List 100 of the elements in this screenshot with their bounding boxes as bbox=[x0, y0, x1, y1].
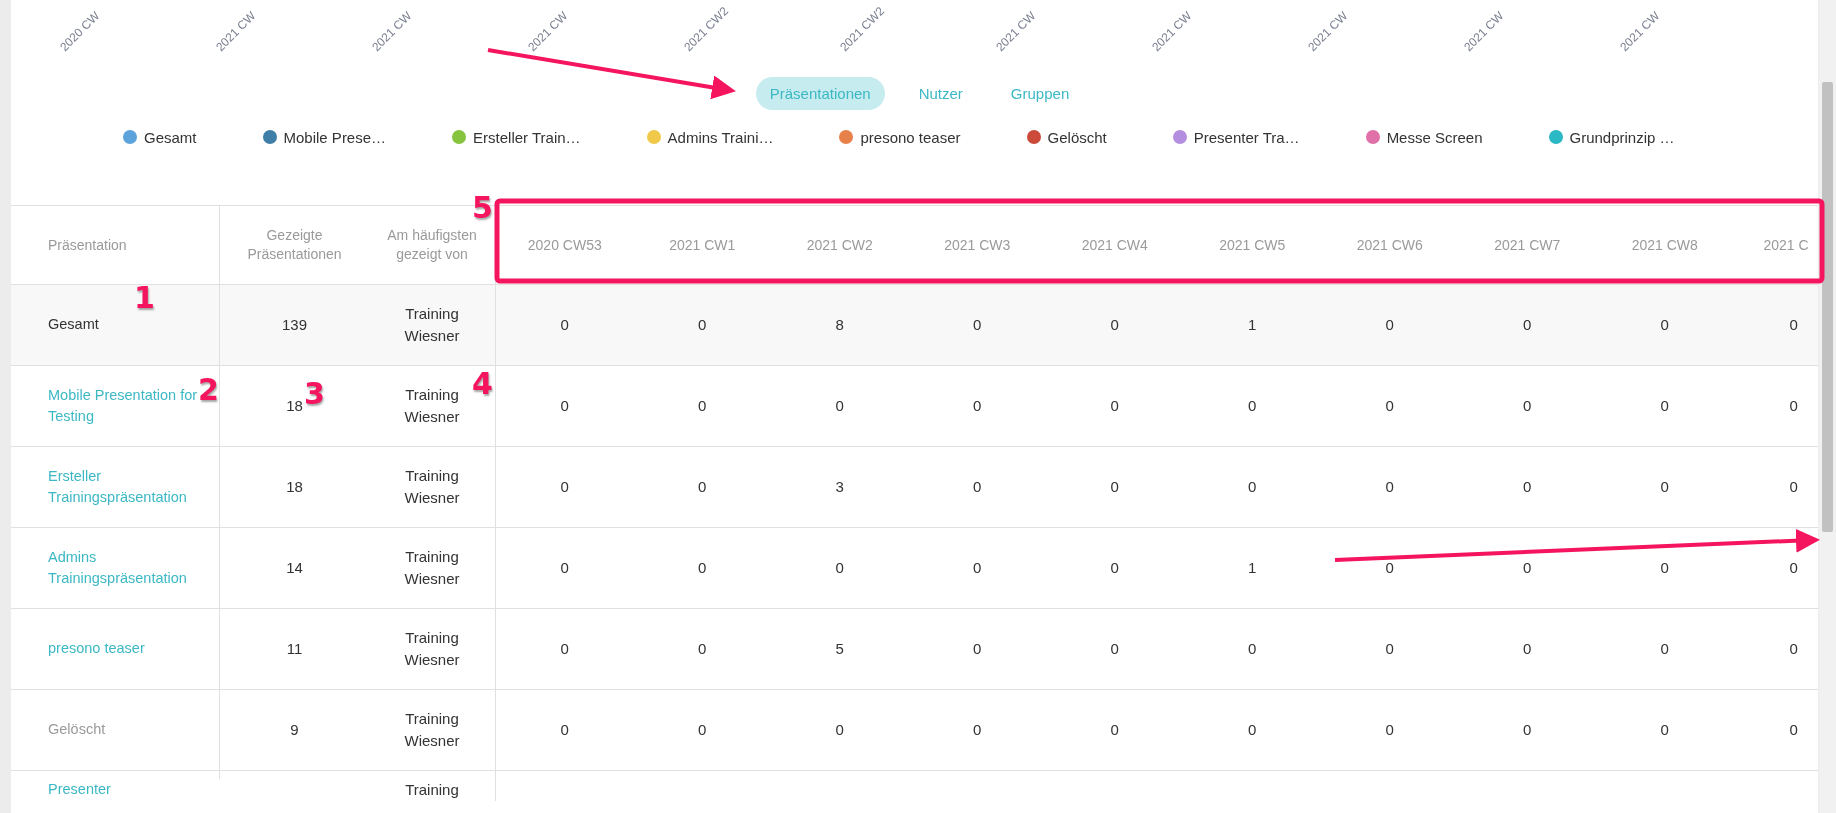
table-cell-text: 0 bbox=[1660, 477, 1669, 498]
table-cell-text: 0 bbox=[698, 720, 707, 741]
table-cell-text: 0 bbox=[1523, 720, 1532, 741]
column-header: 2021 CW8 bbox=[1630, 235, 1699, 255]
table-cell-text: 0 bbox=[1789, 315, 1798, 336]
row-label: Gesamt bbox=[48, 315, 99, 335]
table-cell-text: 0 bbox=[973, 558, 982, 579]
table-cell-text: 3 bbox=[835, 477, 844, 498]
legend-label[interactable]: Gesamt bbox=[144, 128, 197, 146]
table-cell-text: 0 bbox=[560, 396, 569, 417]
table-cell-text: Training bbox=[404, 780, 460, 800]
table-cell-text: 14 bbox=[286, 558, 303, 579]
table-cell-text: 139 bbox=[282, 315, 307, 336]
table-cell-text: 0 bbox=[1110, 477, 1119, 498]
table-cell-text: 0 bbox=[835, 720, 844, 741]
table-cell-text: 0 bbox=[560, 477, 569, 498]
table-cell-text: 0 bbox=[1248, 720, 1257, 741]
table-cell-text: 0 bbox=[560, 720, 569, 741]
annotation-number: 3 bbox=[304, 376, 325, 411]
row-label: Gelöscht bbox=[48, 720, 106, 740]
table-cell-text: 0 bbox=[1248, 639, 1257, 660]
table-cell-text: 0 bbox=[560, 639, 569, 660]
table-cell-text: 0 bbox=[1385, 396, 1394, 417]
column-header: 2021 CW2 bbox=[805, 235, 874, 255]
column-header: 2021 C bbox=[1762, 235, 1810, 255]
column-header: 2020 CW53 bbox=[526, 235, 603, 255]
annotation-number: 1 bbox=[134, 280, 155, 315]
legend-label[interactable]: Ersteller Train… bbox=[473, 128, 581, 146]
table-cell-text: Training Wiesner bbox=[403, 466, 461, 508]
table-cell-text: Training Wiesner bbox=[403, 628, 461, 670]
table-cell-text: 8 bbox=[835, 315, 844, 336]
table-cell-text: 0 bbox=[1789, 720, 1798, 741]
table-cell-text: 0 bbox=[1110, 558, 1119, 579]
column-header: 2021 CW5 bbox=[1218, 235, 1287, 255]
table-cell-text: 0 bbox=[698, 558, 707, 579]
table-cell-text: 0 bbox=[560, 558, 569, 579]
table-cell-text: 0 bbox=[1248, 396, 1257, 417]
table-cell-text: 0 bbox=[698, 315, 707, 336]
column-header: Gezeigte Präsentationen bbox=[219, 206, 369, 284]
table-cell-text: 0 bbox=[1660, 720, 1669, 741]
table-cell-text: 0 bbox=[1660, 558, 1669, 579]
table-cell-text: 0 bbox=[973, 639, 982, 660]
table-cell-text: 0 bbox=[1789, 639, 1798, 660]
table-cell-text: 18 bbox=[286, 396, 303, 417]
table-cell-text: 0 bbox=[1110, 720, 1119, 741]
column-header: 2021 CW3 bbox=[943, 235, 1012, 255]
table-cell-text: 0 bbox=[1523, 315, 1532, 336]
table-cell-text: Training Wiesner bbox=[403, 304, 461, 346]
table-cell-text: 0 bbox=[1385, 477, 1394, 498]
table-cell-text: 0 bbox=[1110, 315, 1119, 336]
table-cell-text: 9 bbox=[290, 720, 299, 741]
table-cell-text: 0 bbox=[1523, 396, 1532, 417]
table-cell-text: 1 bbox=[1248, 558, 1257, 579]
scrollbar[interactable] bbox=[1819, 0, 1836, 813]
table-cell-text: 0 bbox=[973, 720, 982, 741]
table-cell-text: 0 bbox=[1789, 558, 1798, 579]
table-cell-text: 0 bbox=[1385, 639, 1394, 660]
table-cell-text: 0 bbox=[835, 558, 844, 579]
table-cell-text: 0 bbox=[560, 315, 569, 336]
legend-label[interactable]: Mobile Prese… bbox=[283, 128, 387, 146]
legend-label[interactable]: Gelöscht bbox=[1047, 128, 1107, 146]
table-cell-text: 5 bbox=[835, 639, 844, 660]
annotation-number: 2 bbox=[198, 372, 219, 407]
table-cell-text: 0 bbox=[1385, 558, 1394, 579]
legend-label[interactable]: Messe Screen bbox=[1386, 128, 1483, 146]
table-cell-text: 0 bbox=[698, 639, 707, 660]
table-cell-text: 0 bbox=[698, 477, 707, 498]
table-cell-text: 0 bbox=[1385, 315, 1394, 336]
table-cell-text: 18 bbox=[286, 477, 303, 498]
column-header: 2021 CW7 bbox=[1493, 235, 1562, 255]
table-cell-text: 0 bbox=[1789, 396, 1798, 417]
table-cell-text: Training Wiesner bbox=[403, 547, 461, 589]
table-cell-text: 0 bbox=[1385, 720, 1394, 741]
annotation-number: 4 bbox=[472, 366, 493, 401]
table-cell-text: 0 bbox=[1660, 639, 1669, 660]
legend-label[interactable]: Admins Traini… bbox=[667, 128, 774, 146]
table-cell-text: Training Wiesner bbox=[403, 385, 461, 427]
table-cell-text: 0 bbox=[1660, 396, 1669, 417]
column-header: 2021 CW1 bbox=[668, 235, 737, 255]
table-cell-text: 0 bbox=[973, 315, 982, 336]
table-cell-text: 0 bbox=[698, 396, 707, 417]
column-header: Präsentation bbox=[47, 235, 128, 255]
table-cell-text: 0 bbox=[1110, 639, 1119, 660]
legend-label[interactable]: Presenter Tra… bbox=[1193, 128, 1300, 146]
legend-label[interactable]: Grundprinzip … bbox=[1569, 128, 1675, 146]
column-header: 2021 CW6 bbox=[1355, 235, 1424, 255]
table-cell-text: 0 bbox=[973, 477, 982, 498]
table-cell-text: 0 bbox=[835, 396, 844, 417]
table-cell-text: 0 bbox=[1110, 396, 1119, 417]
table-cell-text: Training Wiesner bbox=[403, 709, 461, 751]
table-cell-text: 0 bbox=[973, 396, 982, 417]
legend-label[interactable]: presono teaser bbox=[860, 128, 961, 146]
annotation-number: 5 bbox=[472, 190, 493, 225]
table-cell-text: 11 bbox=[286, 639, 303, 660]
column-header: 2021 CW4 bbox=[1080, 235, 1149, 255]
table-cell-text: 0 bbox=[1523, 639, 1532, 660]
table-cell-text: 1 bbox=[1248, 315, 1257, 336]
table-cell-text: 0 bbox=[1523, 477, 1532, 498]
table-cell-text: 0 bbox=[1789, 477, 1798, 498]
table-cell-text: 0 bbox=[1660, 315, 1669, 336]
